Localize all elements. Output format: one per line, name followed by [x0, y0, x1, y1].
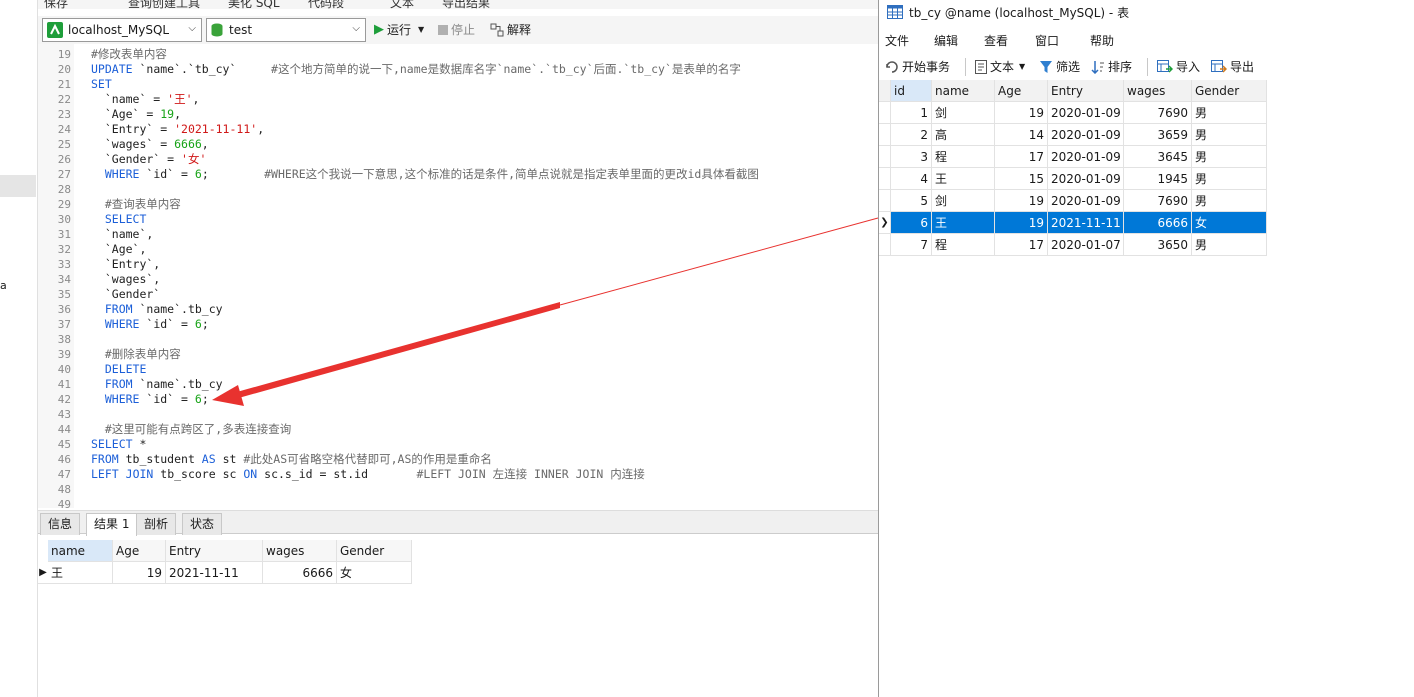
annotation-arrow	[212, 217, 879, 406]
arrow-thin-line	[559, 217, 879, 306]
arrow-head-icon	[212, 385, 244, 406]
arrow-body	[226, 302, 560, 401]
